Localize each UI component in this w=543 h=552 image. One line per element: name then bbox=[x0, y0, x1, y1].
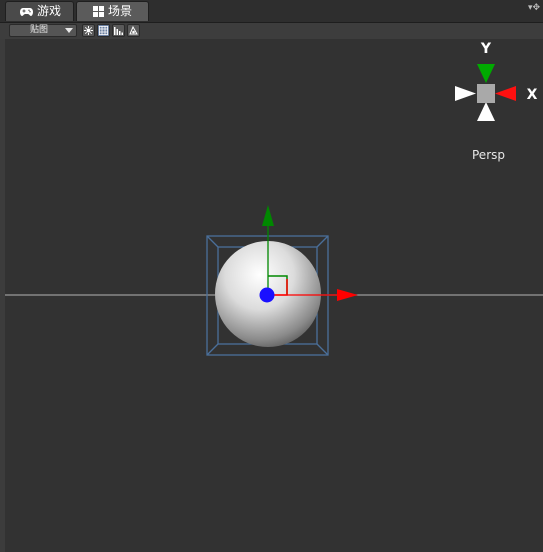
y-cone-icon[interactable] bbox=[477, 64, 495, 83]
x-arrow-icon[interactable] bbox=[337, 289, 358, 301]
gizmo-center-cube[interactable] bbox=[477, 84, 495, 103]
neg-y-cone-icon[interactable] bbox=[477, 102, 495, 121]
x-cone-icon[interactable] bbox=[495, 86, 516, 101]
neg-x-cone-icon[interactable] bbox=[455, 86, 476, 101]
y-axis-label: Y bbox=[480, 41, 492, 57]
z-axis-handle-icon[interactable] bbox=[259, 287, 275, 303]
scene-graphics: Y X bbox=[5, 41, 543, 356]
projection-label[interactable]: Persp bbox=[472, 148, 505, 162]
x-axis-label: X bbox=[527, 87, 538, 103]
y-arrow-icon[interactable] bbox=[262, 205, 274, 226]
orientation-gizmo[interactable]: Y X bbox=[455, 41, 538, 121]
